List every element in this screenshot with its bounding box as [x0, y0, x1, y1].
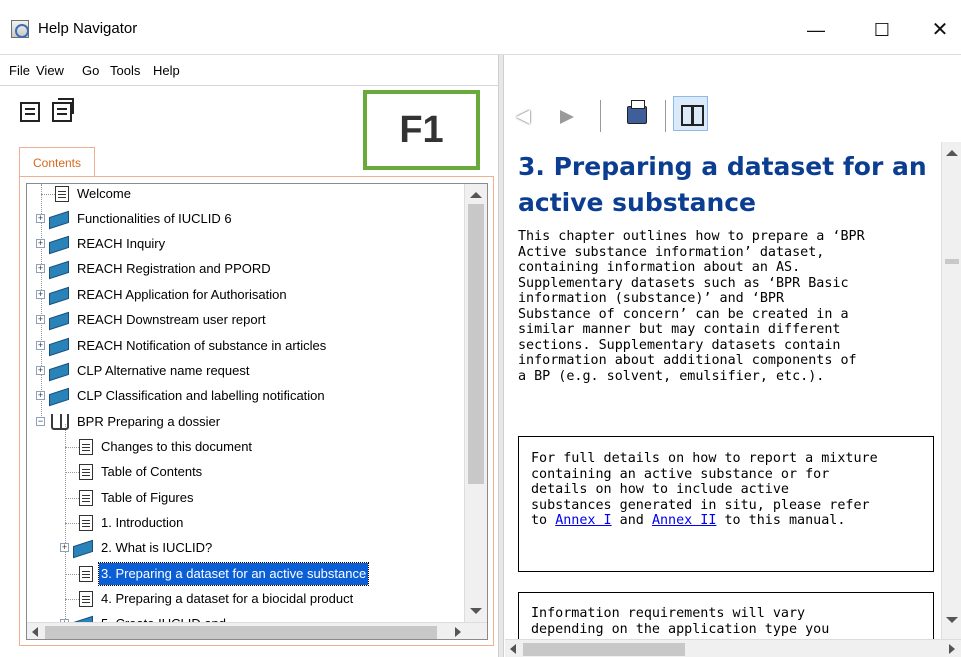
expand-icon[interactable]: + [36, 290, 45, 299]
book-icon [49, 364, 69, 378]
annex-1-link[interactable]: Annex I [555, 513, 611, 528]
scroll-right-icon[interactable] [949, 644, 955, 654]
book-icon [49, 339, 69, 353]
tree-horizontal-scrollbar[interactable] [27, 622, 487, 639]
navigation-pane: File View Go Tools Help F1 Contents Welc… [0, 55, 498, 657]
book-icon [49, 288, 69, 302]
back-arrow-icon[interactable] [516, 110, 530, 124]
info-box: Information requirements will vary depen… [518, 592, 934, 639]
contents-tree: Welcome + Functionalities of IUCLID 6 + … [26, 183, 488, 640]
scroll-left-icon[interactable] [510, 644, 516, 654]
note-box: For full details on how to report a mixt… [518, 436, 934, 572]
tree-viewport: Welcome + Functionalities of IUCLID 6 + … [27, 184, 464, 622]
window-title: Help Navigator [38, 20, 138, 37]
scroll-thumb[interactable] [945, 259, 959, 264]
forward-arrow-icon[interactable] [560, 110, 574, 124]
tab-contents[interactable]: Contents [19, 147, 95, 177]
book-icon [49, 313, 69, 327]
section-heading: 3. Preparing a dataset for an active sub… [518, 152, 927, 217]
book-icon [73, 541, 93, 555]
content-toolbar [505, 86, 961, 142]
scroll-thumb[interactable] [523, 643, 685, 656]
print-icon[interactable] [627, 100, 647, 124]
book-icon [49, 237, 69, 251]
book-icon [49, 212, 69, 226]
page-icon [79, 566, 93, 582]
expand-icon[interactable]: + [36, 341, 45, 350]
expand-icon[interactable]: + [36, 214, 45, 223]
scroll-down-icon[interactable] [470, 608, 482, 614]
app-icon [11, 20, 29, 38]
scroll-thumb[interactable] [468, 204, 484, 484]
close-button[interactable]: ✕ [920, 10, 960, 50]
menu-bar: File View Go Tools Help [0, 55, 498, 86]
expand-icon[interactable]: + [60, 543, 69, 552]
maximize-button[interactable]: ☐ [862, 10, 902, 50]
f1-badge: F1 [363, 90, 480, 170]
toggle-navigator-icon[interactable] [673, 96, 708, 131]
expand-icon[interactable]: + [36, 315, 45, 324]
document-horizontal-scrollbar[interactable] [505, 639, 961, 657]
minimize-button[interactable]: — [796, 10, 836, 50]
contents-view-icon[interactable] [20, 102, 40, 122]
menu-file[interactable]: File [9, 63, 30, 78]
expand-icon[interactable]: + [36, 366, 45, 375]
collapse-icon[interactable]: − [36, 417, 45, 426]
content-pane: 3. Preparing a dataset for an active sub… [505, 55, 961, 657]
note-text-end: to this manual. [716, 513, 846, 528]
tree-vertical-scrollbar[interactable] [464, 184, 487, 622]
scroll-down-icon[interactable] [946, 617, 958, 623]
page-icon [79, 439, 93, 455]
menu-go[interactable]: Go [82, 63, 99, 78]
book-icon [49, 262, 69, 276]
menu-view[interactable]: View [36, 63, 64, 78]
expand-icon[interactable]: + [36, 391, 45, 400]
document-view: 3. Preparing a dataset for an active sub… [505, 142, 941, 639]
page-icon [79, 464, 93, 480]
toolbar-divider [665, 100, 666, 132]
page-icon [79, 490, 93, 506]
scroll-up-icon[interactable] [470, 192, 482, 198]
expand-icon[interactable]: + [36, 239, 45, 248]
pane-splitter[interactable] [498, 55, 504, 657]
scroll-thumb[interactable] [45, 626, 437, 639]
title-bar: Help Navigator — ☐ ✕ [0, 0, 961, 55]
menu-help[interactable]: Help [153, 63, 180, 78]
scroll-right-icon[interactable] [455, 627, 461, 637]
page-icon [55, 186, 69, 202]
index-view-icon[interactable] [52, 98, 74, 122]
document-vertical-scrollbar[interactable] [941, 142, 961, 639]
open-book-icon [51, 414, 69, 430]
book-icon [49, 389, 69, 403]
expand-icon[interactable]: + [36, 264, 45, 273]
page-icon [79, 515, 93, 531]
section-paragraph: This chapter outlines how to prepare a ‘… [518, 229, 865, 384]
toolbar-divider [600, 100, 601, 132]
menu-tools[interactable]: Tools [110, 63, 140, 78]
note-text-and: and [611, 513, 652, 528]
scroll-left-icon[interactable] [32, 627, 38, 637]
scroll-up-icon[interactable] [946, 150, 958, 156]
annex-2-link[interactable]: Annex II [652, 513, 717, 528]
page-icon [79, 591, 93, 607]
